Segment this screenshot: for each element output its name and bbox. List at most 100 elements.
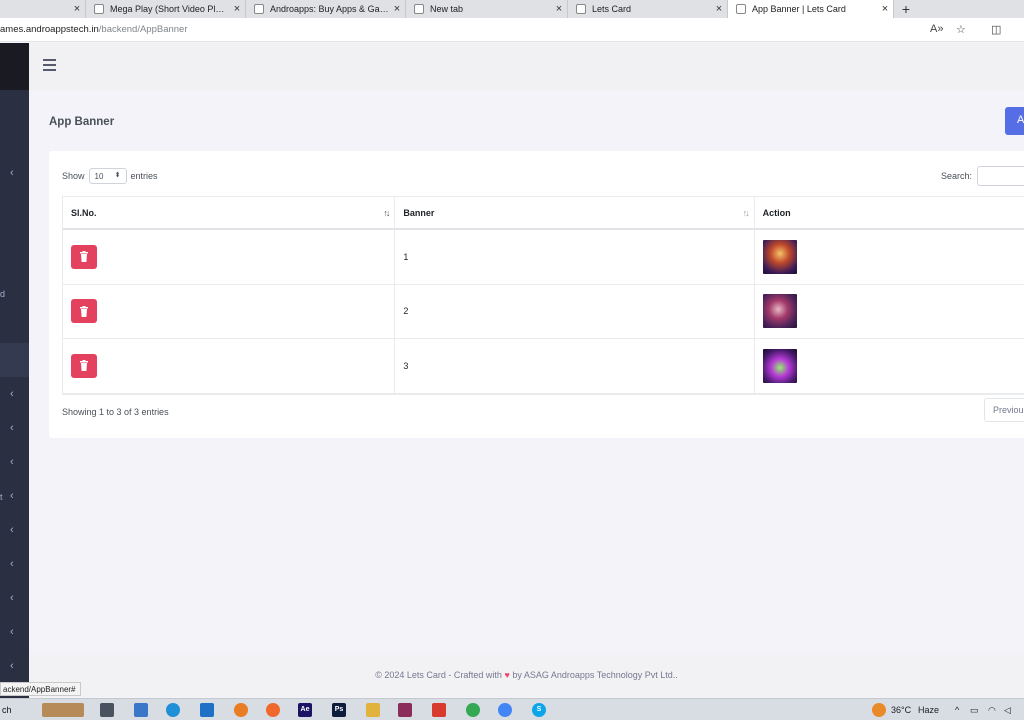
favicon-icon: [254, 4, 264, 14]
tab-label: Lets Card: [592, 4, 632, 14]
close-icon[interactable]: ×: [229, 3, 245, 15]
skype-icon[interactable]: S: [532, 703, 546, 717]
tray-network-icon[interactable]: ◠: [988, 705, 996, 716]
column-header-label: Action: [762, 207, 791, 218]
chevron-left-icon[interactable]: ‹: [10, 422, 14, 434]
read-aloud-icon[interactable]: A»: [930, 23, 943, 35]
search-label: Search:: [941, 171, 973, 181]
chevron-left-icon[interactable]: ‹: [10, 558, 14, 570]
banner-number: 2: [403, 306, 409, 317]
sidebar-item-label: t: [0, 492, 3, 502]
banner-thumbnail[interactable]: [762, 239, 797, 274]
browser-tab[interactable]: Androapps: Buy Apps & Games S ×: [246, 0, 406, 18]
show-label: Show: [62, 171, 85, 181]
close-icon[interactable]: ×: [877, 3, 893, 15]
new-tab-button[interactable]: +: [894, 0, 918, 18]
browser-tab[interactable]: New tab ×: [406, 0, 568, 18]
favorite-icon[interactable]: ☆: [956, 23, 966, 36]
search-control: Search:: [941, 166, 1024, 186]
task-view-icon[interactable]: [100, 703, 114, 717]
taskbar: ch Ae Ps S 36°C Haze ^ ▭ ◠ ◁: [0, 698, 1024, 720]
chevron-left-icon[interactable]: ‹: [10, 660, 14, 672]
close-icon[interactable]: ×: [551, 3, 567, 15]
after-effects-icon[interactable]: Ae: [298, 703, 312, 717]
column-header-slno[interactable]: Sl.No. ↑↓: [63, 197, 396, 228]
close-icon[interactable]: ×: [711, 3, 727, 15]
banner-thumbnail[interactable]: [762, 348, 797, 383]
browser-tab-strip: × Mega Play (Short Video Platform × Andr…: [0, 0, 1024, 18]
taskbar-search-text[interactable]: ch: [2, 705, 12, 715]
chevron-left-icon[interactable]: ‹: [10, 167, 14, 179]
app-icon[interactable]: [432, 703, 446, 717]
banner-table: Sl.No. ↑↓ Banner ↑↓ Action 1 2 3: [62, 196, 1024, 395]
address-bar[interactable]: ames.androappstech.in/backend/AppBanner …: [0, 18, 1024, 42]
tab-label: Mega Play (Short Video Platform: [110, 4, 229, 14]
url-host: ames.androappstech.in: [0, 24, 99, 35]
widget-image-icon[interactable]: [42, 703, 84, 717]
sort-icon: ↑↓: [742, 208, 750, 218]
chevron-left-icon[interactable]: ‹: [10, 490, 14, 502]
previous-page-button[interactable]: Previou: [984, 398, 1024, 422]
browser-tab[interactable]: Lets Card ×: [568, 0, 728, 18]
table-row: 3: [63, 339, 1024, 394]
page-icon: [736, 4, 746, 14]
close-icon[interactable]: ×: [69, 3, 85, 15]
banner-number: 3: [403, 360, 409, 371]
page-length-value: 10: [94, 172, 104, 181]
add-banner-button[interactable]: A: [1005, 107, 1024, 135]
footer-prefix: © 2024 Lets Card - Crafted with: [375, 670, 502, 680]
url-path: /backend/AppBanner: [98, 24, 188, 35]
sidebar-item-label: d: [0, 289, 6, 299]
chevron-left-icon[interactable]: ‹: [10, 388, 14, 400]
browser-tab-active[interactable]: App Banner | Lets Card ×: [728, 0, 894, 18]
chevron-left-icon[interactable]: ‹: [10, 524, 14, 536]
column-header-action: Action: [755, 197, 1024, 228]
browser-tab[interactable]: Mega Play (Short Video Platform ×: [86, 0, 246, 18]
chrome-profile-icon[interactable]: [498, 703, 512, 717]
store-icon[interactable]: [134, 703, 148, 717]
sidebar-active-item[interactable]: [0, 343, 29, 377]
search-input[interactable]: [977, 166, 1024, 186]
page-length-select[interactable]: 10 ⬍: [88, 168, 127, 184]
trash-icon: [80, 305, 88, 317]
file-explorer-icon[interactable]: [366, 703, 380, 717]
close-icon[interactable]: ×: [389, 3, 405, 15]
sort-icon: ↑↓: [383, 208, 390, 218]
delete-button[interactable]: [71, 353, 97, 378]
page-title: App Banner: [49, 116, 115, 128]
banner-number: 1: [403, 251, 409, 262]
heart-icon: ♥: [504, 670, 510, 680]
firefox-icon[interactable]: [266, 703, 280, 717]
tray-display-icon[interactable]: ▭: [970, 705, 979, 716]
weather-icon: [872, 703, 886, 717]
table-cell: [755, 230, 1024, 284]
browser-tab[interactable]: ×: [0, 0, 86, 18]
trash-icon: [80, 251, 88, 263]
weather-temperature[interactable]: 36°C: [891, 705, 911, 715]
weather-description[interactable]: Haze: [918, 705, 939, 715]
trash-icon: [80, 360, 88, 372]
chrome-icon[interactable]: [466, 703, 480, 717]
chevron-left-icon[interactable]: ‹: [10, 626, 14, 638]
blender-icon[interactable]: [234, 703, 248, 717]
tray-chevron-up-icon[interactable]: ^: [955, 705, 959, 715]
delete-button[interactable]: [71, 244, 97, 269]
favicon-icon: [94, 4, 104, 14]
column-header-banner[interactable]: Banner ↑↓: [395, 197, 755, 228]
footer: © 2024 Lets Card - Crafted with ♥ by ASA…: [29, 655, 1024, 697]
footer-suffix: by ASAG Androapps Technology Pvt Ltd..: [512, 670, 678, 680]
hamburger-menu-icon[interactable]: [43, 59, 56, 74]
photoshop-icon[interactable]: Ps: [332, 703, 346, 717]
winrar-icon[interactable]: [398, 703, 412, 717]
mail-icon[interactable]: [200, 703, 214, 717]
banner-thumbnail[interactable]: [762, 294, 797, 329]
chevron-left-icon[interactable]: ‹: [10, 456, 14, 468]
table-cell: 3: [395, 339, 755, 393]
split-screen-icon[interactable]: ◫: [991, 23, 1001, 36]
table-info: Showing 1 to 3 of 3 entries: [62, 407, 169, 417]
tray-volume-icon[interactable]: ◁: [1004, 705, 1011, 716]
edge-browser-icon[interactable]: [166, 703, 180, 717]
delete-button[interactable]: [71, 299, 97, 324]
chevron-left-icon[interactable]: ‹: [10, 592, 14, 604]
url-text[interactable]: ames.androappstech.in/backend/AppBanner: [0, 24, 188, 35]
